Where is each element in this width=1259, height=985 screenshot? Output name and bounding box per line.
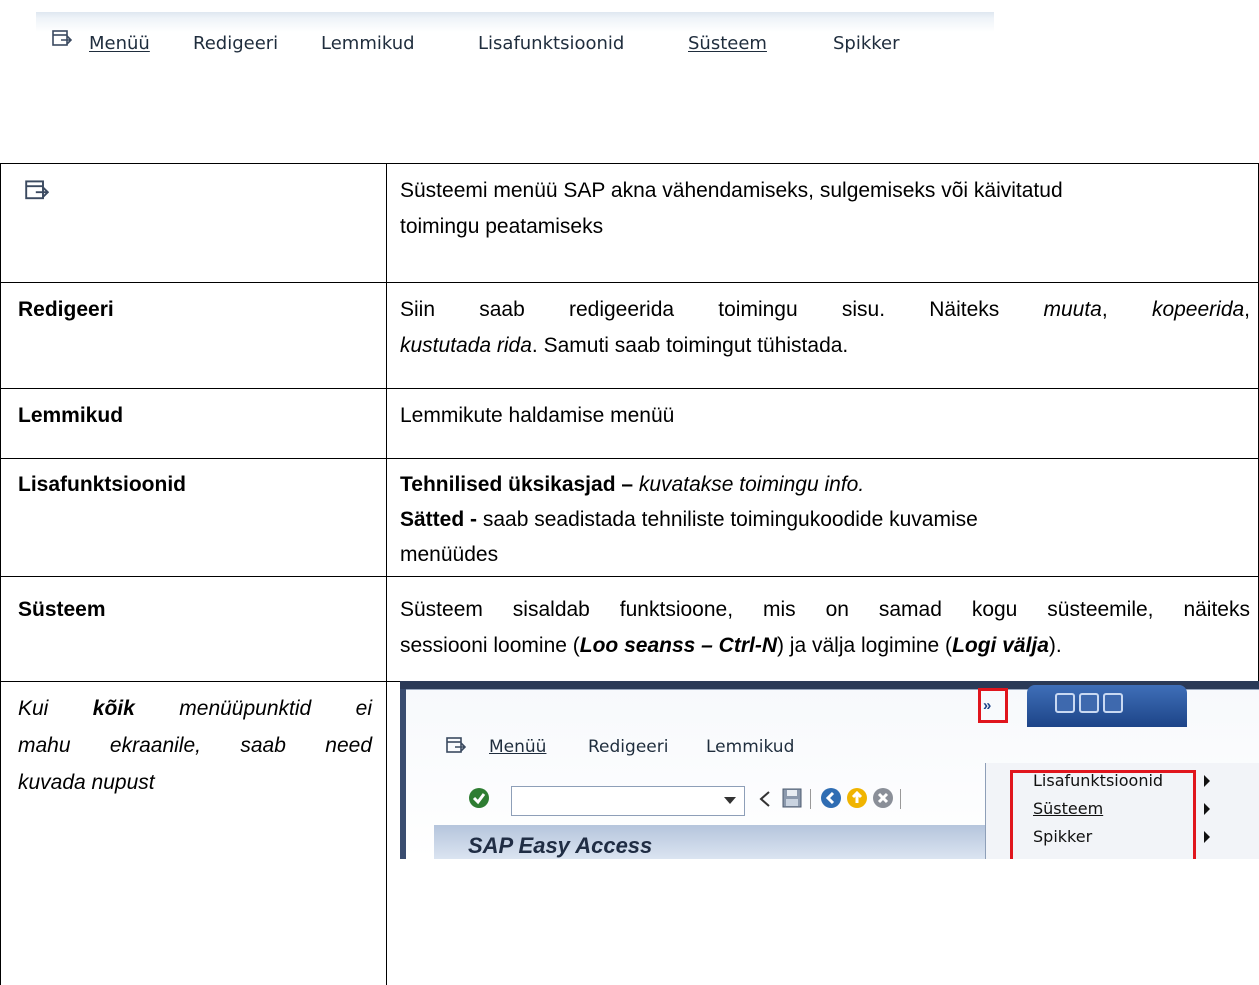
menu-item-lisafunktsioonid[interactable]: Lisafunktsioonid — [478, 33, 624, 54]
row-label-systeem: Süsteem — [18, 598, 106, 621]
system-menu-icon[interactable] — [446, 737, 466, 755]
menu-item-lemmikud[interactable]: Lemmikud — [321, 33, 415, 54]
menu-item-redigeeri[interactable]: Redigeeri — [193, 33, 278, 54]
save-icon[interactable] — [781, 787, 803, 809]
close-icon[interactable] — [1103, 693, 1123, 713]
row-lemmikud-description: Lemmikute haldamise menüü — [400, 404, 675, 427]
highlight-box-chevron — [978, 688, 1008, 723]
row-systeem-description: Süsteem sisaldab funktsioone, mis on sam… — [400, 598, 1250, 657]
row-label-lisafunktsioonid: Lisafunktsioonid — [18, 473, 186, 496]
cancel-icon[interactable] — [872, 787, 894, 809]
row-overflow-hint: Kui kõik menüüpunktid ei mahu ekraanile,… — [18, 697, 372, 794]
maximize-icon[interactable] — [1079, 693, 1099, 713]
menu-bar: Menüü Redigeeri Lemmikud Lisafunktsiooni… — [36, 12, 994, 64]
sap-window-screenshot: » Menüü Redigeeri Lemmikud SAP Easy Acce… — [400, 681, 1259, 859]
exit-icon[interactable] — [846, 787, 868, 809]
inset-menu-lemmikud[interactable]: Lemmikud — [706, 737, 794, 757]
row-label-redigeeri: Redigeeri — [18, 298, 114, 321]
sap-easy-access-banner: SAP Easy Access — [434, 825, 994, 859]
highlight-box-dropdown — [1010, 770, 1196, 859]
submenu-arrow-icon — [1204, 803, 1210, 815]
submenu-arrow-icon — [1204, 775, 1210, 787]
row-redigeeri-description: Siin saab redigeerida toimingu sisu. Näi… — [400, 298, 1251, 357]
back-green-icon[interactable] — [820, 787, 842, 809]
row-lisafunktsioonid-description: Tehnilised üksikasjad – kuvatakse toimin… — [400, 473, 978, 566]
system-menu-icon[interactable] — [52, 30, 72, 48]
enter-check-icon[interactable] — [468, 787, 490, 809]
menu-item-menuu[interactable]: Menüü — [89, 33, 150, 54]
inset-menu-menuu[interactable]: Menüü — [489, 737, 546, 757]
menu-item-spikker[interactable]: Spikker — [833, 33, 900, 54]
back-arrow-icon[interactable] — [758, 790, 772, 808]
window-controls — [1027, 685, 1187, 727]
submenu-arrow-icon — [1204, 831, 1210, 843]
command-field[interactable] — [511, 786, 745, 816]
inset-menu-redigeeri[interactable]: Redigeeri — [588, 737, 668, 757]
system-menu-icon — [25, 180, 49, 200]
row-system-menu-description: Süsteemi menüü SAP akna vähendamiseks, s… — [400, 179, 1063, 238]
minimize-icon[interactable] — [1055, 693, 1075, 713]
menu-item-systeem[interactable]: Süsteem — [688, 33, 767, 54]
row-label-lemmikud: Lemmikud — [18, 404, 124, 427]
